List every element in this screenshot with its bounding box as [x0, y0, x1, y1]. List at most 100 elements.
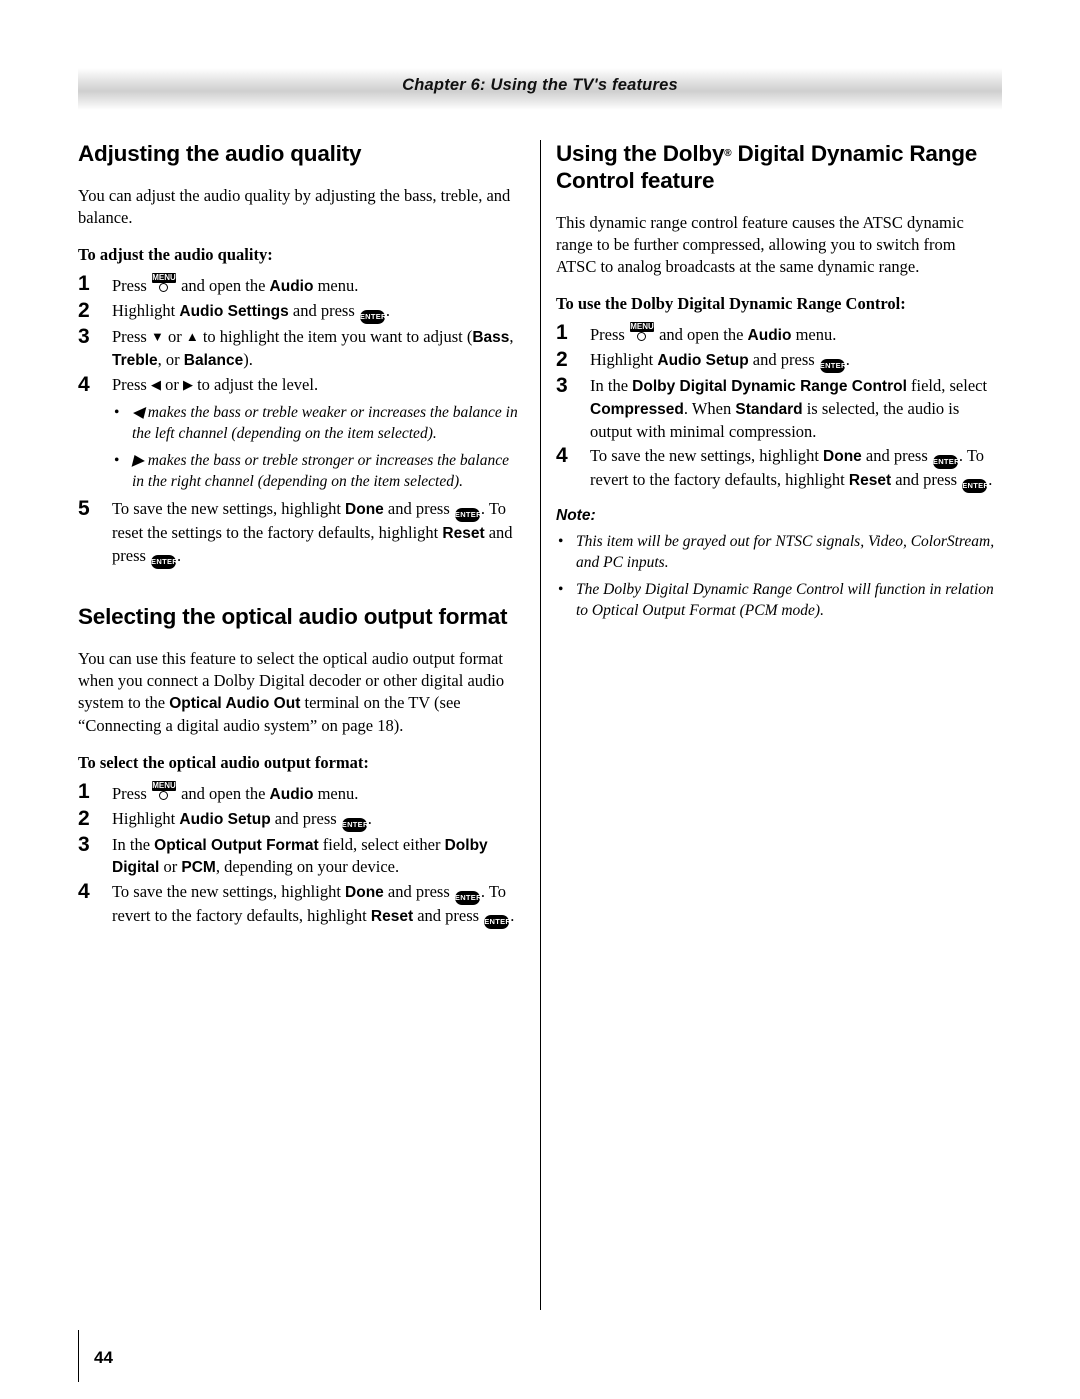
steps-optical-output-format: 1 Press MENU and open the Audio menu. 2 Hi… [78, 780, 518, 930]
intro-optical-audio-output: You can use this feature to select the o… [78, 648, 505, 735]
emphasis-term: Done [823, 447, 862, 465]
menu-key-icon: MENU [151, 780, 176, 801]
step-number: 1 [78, 779, 90, 803]
step-item: 5 To save the new settings, highlight Don… [78, 497, 518, 569]
right-column: Using the Dolby® Digital Dynamic Range C… [556, 140, 996, 627]
subhead-to-adjust-audio-quality: To adjust the audio quality: [78, 245, 273, 265]
emphasis-term: Audio [269, 785, 314, 803]
emphasis-term: Reset [848, 471, 892, 489]
step-item: 1 Press MENU and open the Audio menu. [78, 272, 518, 298]
section-title-dolby-drc: Using the Dolby® Digital Dynamic Range C… [556, 141, 978, 193]
step-text: Highlight Audio Settings and press ENTER… [112, 301, 390, 324]
step-text: In the Dolby Digital Dynamic Range Contr… [590, 376, 988, 441]
step-number: 3 [78, 832, 90, 856]
step-number: 2 [556, 348, 568, 372]
step-item: 2 Highlight Audio Settings and press ENTE… [78, 299, 518, 324]
step-text: In the Optical Output Format field, sele… [112, 834, 488, 877]
emphasis-term: Done [345, 500, 384, 518]
step-text: To save the new settings, highlight Done… [590, 446, 992, 493]
step-text: Press ▼ or ▲ to highlight the item you w… [112, 326, 514, 369]
section-title-adjusting-audio-quality: Adjusting the audio quality [78, 141, 362, 166]
note-item: The Dolby Digital Dynamic Range Control … [556, 579, 996, 621]
arrow-icon: ▶ [182, 376, 193, 392]
enter-key-icon: ENTER [341, 817, 368, 832]
note-label: Note: [556, 506, 596, 524]
emphasis-term: Optical Output Format [154, 836, 319, 854]
emphasis-term: Audio Settings [179, 302, 289, 320]
chapter-header: Chapter 6: Using the TV's features [402, 76, 678, 94]
step-item: 4 To save the new settings, highlight Don… [78, 880, 518, 930]
emphasis-term: PCM [181, 859, 216, 877]
enter-key-icon: ENTER [484, 915, 511, 930]
arrow-icon: ◀ [150, 376, 161, 392]
step-item: 4 To save the new settings, highlight Don… [556, 444, 996, 493]
enter-key-icon: ENTER [454, 891, 482, 906]
step-number: 5 [78, 496, 90, 520]
step-item: 3 Press ▼ or ▲ to highlight the item you … [78, 325, 518, 372]
step-number: 2 [78, 806, 90, 830]
step-text: Press ◀ or ▶ to adjust the level. [112, 374, 319, 394]
step-number: 3 [556, 374, 568, 398]
enter-key-icon: ENTER [454, 507, 482, 522]
emphasis-term: Dolby Digital Dynamic Range Control [632, 378, 907, 396]
steps-adjust-audio-quality-cont: 5 To save the new settings, highlight Don… [78, 497, 518, 569]
emphasis-term: Done [345, 884, 384, 902]
subhead-to-select-optical-format: To select the optical audio output forma… [78, 752, 369, 772]
arrow-icon: ▲ [185, 328, 199, 344]
enter-key-icon: ENTER [359, 309, 386, 324]
step-item: 1 Press MENU and open the Audio menu. [78, 780, 518, 806]
steps-dolby-drc: 1 Press MENU and open the Audio menu. 2 Hi… [556, 321, 996, 493]
step-item: 4 Press ◀ or ▶ to adjust the level. [78, 373, 518, 396]
intro-dolby-drc: This dynamic range control feature cause… [556, 213, 964, 277]
menu-key-icon: MENU [629, 322, 654, 342]
emphasis-term: Reset [442, 524, 485, 542]
step-number: 1 [556, 321, 568, 345]
registered-mark: ® [724, 148, 732, 159]
footer-rule [78, 1330, 79, 1382]
enter-key-icon: ENTER [932, 454, 960, 469]
subhead-to-use-dolby-drc: To use the Dolby Digital Dynamic Range C… [556, 294, 906, 314]
enter-key-icon: ENTER [962, 478, 989, 493]
section-title-optical-audio-output: Selecting the optical audio output forma… [78, 603, 508, 629]
step-item: 1 Press MENU and open the Audio menu. [556, 321, 996, 347]
emphasis-term: Optical Audio Out [169, 694, 301, 712]
menu-key-icon: MENU [151, 273, 176, 293]
left-column: Adjusting the audio quality You can adju… [78, 140, 518, 931]
step-number: 2 [78, 298, 90, 322]
step-number: 4 [78, 372, 90, 396]
emphasis-term: Audio [269, 278, 314, 296]
document-page: Chapter 6: Using the TV's features Adjus… [0, 0, 1080, 1399]
emphasis-term: Reset [370, 908, 414, 926]
emphasis-term: Bass [472, 328, 510, 346]
step-text: Press MENU and open the Audio menu. [112, 780, 359, 803]
step-text: Press MENU and open the Audio menu. [590, 322, 837, 345]
step-number: 4 [78, 880, 90, 904]
step-number: 1 [78, 272, 90, 296]
emphasis-term: Treble [112, 351, 158, 369]
arrow-icon: ▼ [150, 328, 164, 344]
step-number: 4 [556, 443, 568, 467]
enter-key-icon: ENTER [819, 359, 846, 374]
step-item: 3 In the Optical Output Format field, sel… [78, 833, 518, 880]
notes-dolby-drc: This item will be grayed out for NTSC si… [556, 531, 996, 621]
column-divider [540, 140, 541, 1310]
emphasis-term: Audio [747, 327, 792, 345]
bullets-arrow-behavior: ◀ makes the bass or treble weaker or inc… [112, 402, 518, 492]
emphasis-term: Audio Setup [657, 352, 749, 370]
emphasis-term: Audio Setup [179, 810, 271, 828]
emphasis-term: Balance [183, 351, 244, 369]
steps-adjust-audio-quality: 1 Press MENU and open the Audio menu. 2 Hi… [78, 272, 518, 396]
bullet-item: ▶ makes the bass or treble stronger or i… [112, 450, 518, 492]
step-text: To save the new settings, highlight Done… [112, 882, 514, 930]
note-item: This item will be grayed out for NTSC si… [556, 531, 996, 573]
emphasis-term: Standard [735, 400, 803, 418]
enter-key-icon: ENTER [151, 554, 178, 569]
step-text: Press MENU and open the Audio menu. [112, 273, 359, 296]
step-number: 3 [78, 324, 90, 348]
step-item: 3 In the Dolby Digital Dynamic Range Cont… [556, 374, 996, 443]
intro-adjusting-audio-quality: You can adjust the audio quality by adju… [78, 186, 511, 228]
step-text: Highlight Audio Setup and press ENTER. [590, 350, 850, 374]
emphasis-term: Compressed [590, 400, 684, 418]
step-item: 2 Highlight Audio Setup and press ENTER. [556, 348, 996, 374]
page-number: 44 [94, 1348, 113, 1367]
